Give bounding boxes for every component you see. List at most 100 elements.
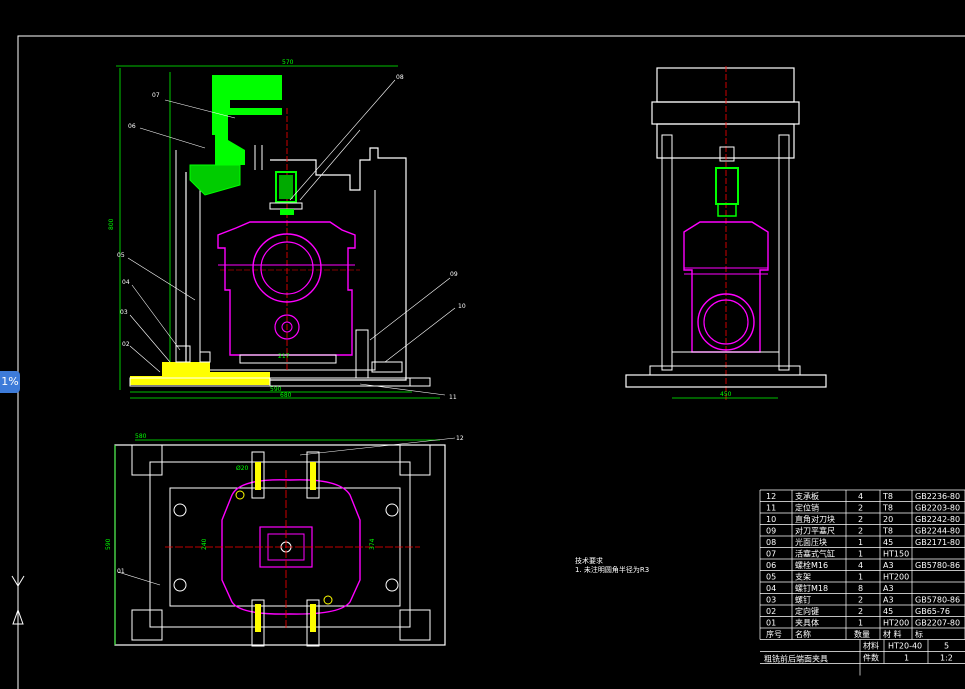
bom-row-material: HT150 [883,550,909,559]
bom-row-material: 45 [883,538,893,547]
bom-row-name: 螺钉M18 [795,583,828,593]
bom-row-name: 支架 [795,572,811,582]
bom-row-standard: GB2171-80 [915,538,960,547]
balloon-07: 07 [152,92,160,99]
title-block-sheet: 5 [944,642,949,651]
bom-row-material: 20 [883,515,893,524]
bom-row-no: 01 [766,619,776,628]
bom-row-standard: GB2236-80 [915,492,960,501]
bom-row-no: 11 [766,504,776,513]
bom-row-material: A3 [883,561,894,570]
dim-plan-slot: 240 [201,538,208,550]
title-block-material: HT20-40 [888,642,922,651]
dim-side-base: 450 [720,391,732,398]
bom-row-qty: 1 [858,550,863,559]
bom-row-no: 07 [766,550,776,559]
bom-row-material: T8 [882,527,893,536]
bom-row-material: HT200 [883,619,909,628]
bill-of-materials: 12 支承板 4 T8 GB2236-8011 定位销 2 T8 GB2203-8010 直角对刀… [759,489,965,676]
bom-row-material: A3 [883,596,894,605]
dim-height: 800 [108,218,115,230]
base-plate-yellow [130,362,270,385]
bom-row-qty: 4 [858,492,863,501]
bom-row-name: 定位销 [795,503,819,513]
bom-row-name: 螺栓M16 [795,560,828,570]
balloon-03: 03 [120,309,128,316]
side-view: 450 [625,66,827,400]
bom-row-name: 光面压块 [795,537,827,547]
bom-row-no: 03 [766,596,776,605]
bom-header-standard: 标 [915,629,923,639]
bom-row-no: 09 [766,527,776,536]
bom-row-standard: GB2207-80 [915,619,960,628]
bom-row-material: 45 [883,607,893,616]
bom-row-qty: 2 [858,504,863,513]
dim-base-total: 680 [280,392,292,399]
bom-header-no: 序号 [766,629,782,639]
bom-row-standard: GB5780-86 [915,596,960,605]
bom-row-material: T8 [882,492,893,501]
bom-row-qty: 8 [858,584,863,593]
tech-req-line1: 1. 未注明圆角半径为R3 [575,565,649,574]
bom-row-no: 05 [766,573,776,582]
ucs-icon [11,575,25,625]
title-block-title: 粗铣前后端面夹具 [764,654,828,664]
bom-row-standard: GB2244-80 [915,527,960,536]
bom-row-no: 12 [766,492,776,501]
tech-req-title: 技术要求 [575,556,603,565]
bom-row-material: T8 [882,504,893,513]
balloon-06: 06 [128,123,136,130]
title-block-count: 1 [904,654,909,663]
bom-row-name: 活塞式气缸 [795,549,835,559]
balloon-08: 08 [396,74,404,81]
bom-row-no: 02 [766,607,776,616]
balloon-05: 05 [117,252,125,259]
bom-row-name: 螺钉 [795,595,811,605]
plan-view: 590 580 374 240 Ø20 12 01 [105,433,464,647]
balloon-09: 09 [450,271,458,278]
balloon-10: 10 [458,303,466,310]
bom-row-standard: GB2242-80 [915,515,960,524]
bom-row-name: 夹具体 [795,618,819,628]
dim-plan-width: 580 [135,433,147,440]
bom-row-material: A3 [883,584,894,593]
bom-row-standard: GB2203-80 [915,504,960,513]
bom-row-qty: 4 [858,561,863,570]
title-block-material-label: 材料 [863,641,879,651]
balloon-01: 01 [117,568,125,575]
bom-header-qty: 数量 [854,629,870,639]
balloon-11: 11 [449,394,457,401]
title-block-count-label: 件数 [863,653,879,663]
bom-row-no: 10 [766,515,776,524]
bom-row-name: 对刀平塞尺 [795,526,835,536]
bom-row-no: 04 [766,584,776,593]
dim-top-width: 570 [282,59,294,66]
bom-row-no: 08 [766,538,776,547]
balloon-04: 04 [122,279,130,286]
bom-row-qty: 2 [858,607,863,616]
bom-row-name: 支承板 [795,491,819,501]
bom-header-material: 材 料 [883,629,902,639]
dim-inner: 217 [278,353,290,360]
bom-row-name: 定向键 [795,606,819,616]
bom-row-qty: 1 [858,619,863,628]
bom-row-standard: GB5780-86 [915,561,960,570]
dim-plan-height: 590 [105,538,112,550]
bom-row-no: 06 [766,561,776,570]
dim-plan-r: Ø20 [236,465,249,472]
zoom-indicator[interactable]: 1% [0,371,20,393]
bom-row-material: HT200 [883,573,909,582]
front-view: 570 800 217 590 680 07 06 08 05 04 03 02… [108,59,466,401]
cad-drawing-canvas[interactable]: 570 800 217 590 680 07 06 08 05 04 03 02… [0,0,965,689]
title-block-scale: 1:2 [940,654,953,663]
bom-row-qty: 1 [858,573,863,582]
bom-row-standard: GB65-76 [915,607,950,616]
bom-row-qty: 2 [858,515,863,524]
bom-row-name: 直角对刀块 [795,514,835,524]
balloon-12: 12 [456,435,464,442]
bom-row-qty: 1 [858,538,863,547]
bom-header-name: 名称 [795,629,811,639]
dim-plan-inner: 374 [369,538,376,550]
balloon-02: 02 [122,341,130,348]
bom-row-qty: 2 [858,596,863,605]
